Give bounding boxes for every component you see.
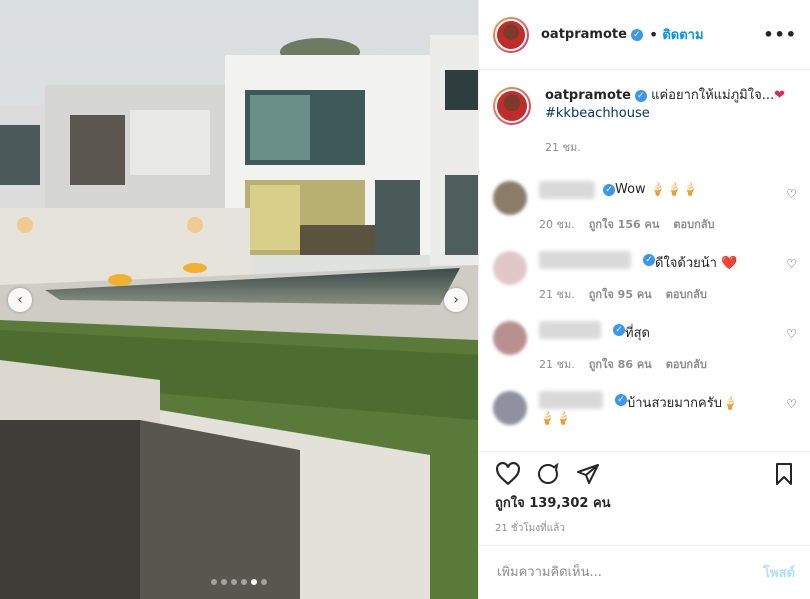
comment-text: บ้านสวยมากครับ🍦 (627, 396, 739, 411)
post-header: oatpramote ✓ • ติดตาม ••• (479, 0, 810, 70)
comment-input[interactable] (495, 564, 764, 581)
reply-button[interactable]: ตอบกลับ (666, 358, 707, 371)
avatar[interactable] (493, 251, 527, 285)
carousel-dot (241, 579, 247, 585)
verified-icon: ✓ (603, 184, 615, 196)
post-comment-button[interactable]: โพสต์ (763, 562, 795, 583)
like-comment-icon[interactable]: ♡ (786, 397, 797, 411)
comment-time[interactable]: 21 ชม. (539, 288, 575, 301)
separator: • (648, 25, 659, 44)
verified-icon: ✓ (615, 394, 627, 406)
comment-item: ✓ Wow 🍦🍦🍦 20 ชม. ถูกใจ 156 คน ตอบกลับ ♡ (493, 181, 797, 231)
avatar[interactable] (493, 16, 529, 53)
comment-time[interactable]: 21 ชม. (539, 358, 575, 371)
heart-icon[interactable] (495, 462, 521, 486)
add-comment-bar: โพสต์ (479, 545, 810, 599)
comment-text: ดีใจด้วยน้า ❤️ (655, 256, 738, 271)
caption: oatpramote ✓ แค่อยากให้แม่ภูมิใจ...❤ #kkb… (479, 71, 810, 157)
comment-icon[interactable] (535, 462, 561, 486)
avatar[interactable] (493, 87, 531, 125)
avatar[interactable] (493, 391, 527, 425)
blurred-username[interactable] (539, 321, 601, 339)
pool-villa-photo (0, 0, 478, 599)
follow-button[interactable]: ติดตาม (662, 24, 703, 45)
comment-text: Wow 🍦🍦🍦 (615, 182, 699, 197)
verified-icon: ✓ (613, 324, 625, 336)
comment-text: ที่สุด (625, 326, 650, 341)
caption-time[interactable]: 21 ชม. (545, 139, 785, 157)
heart-emoji-icon: ❤ (774, 88, 786, 103)
post-panel: oatpramote ✓ • ติดตาม ••• oatpramote ✓ แค… (478, 0, 810, 599)
comment-likes[interactable]: ถูกใจ 156 คน (589, 218, 660, 231)
username[interactable]: oatpramote (541, 27, 627, 42)
carousel-dot (261, 579, 267, 585)
avatar[interactable] (493, 321, 527, 355)
comment-likes[interactable]: ถูกใจ 86 คน (589, 358, 652, 371)
prev-photo-button[interactable]: ‹ (8, 288, 32, 312)
comment-item: ✓ บ้านสวยมากครับ🍦 🍦🍦 ♡ (493, 391, 797, 451)
post-time[interactable]: 21 ชั่วโมงที่แล้ว (479, 513, 810, 536)
comment-item: ✓ ที่สุด 21 ชม. ถูกใจ 86 คน ตอบกลับ ♡ (493, 321, 797, 371)
more-options-icon[interactable]: ••• (763, 25, 797, 44)
comment-time[interactable]: 20 ชม. (539, 218, 575, 231)
carousel-dot (211, 579, 217, 585)
post-actions: ถูกใจ 139,302 คน 21 ชั่วโมงที่แล้ว (479, 451, 810, 545)
like-comment-icon[interactable]: ♡ (786, 187, 797, 201)
caption-text: แค่อยากให้แม่ภูมิใจ... (651, 88, 775, 103)
like-comment-icon[interactable]: ♡ (786, 257, 797, 271)
likes-count[interactable]: ถูกใจ 139,302 คน (479, 486, 810, 513)
bookmark-icon[interactable] (773, 462, 795, 486)
reply-button[interactable]: ตอบกลับ (673, 218, 714, 231)
reply-button[interactable]: ตอบกลับ (666, 288, 707, 301)
caption-username[interactable]: oatpramote (545, 88, 631, 103)
hashtag-link[interactable]: #kkbeachhouse (545, 105, 785, 123)
comment-likes[interactable]: ถูกใจ 95 คน (589, 288, 652, 301)
avatar[interactable] (493, 181, 527, 215)
share-icon[interactable] (575, 462, 601, 486)
blurred-username[interactable] (539, 391, 603, 409)
carousel-indicator (0, 579, 478, 585)
comment-text-continued: 🍦🍦 (539, 411, 572, 426)
like-comment-icon[interactable]: ♡ (786, 327, 797, 341)
verified-icon: ✓ (630, 28, 643, 41)
verified-icon: ✓ (643, 254, 655, 266)
carousel-dot (231, 579, 237, 585)
blurred-username[interactable] (539, 181, 595, 199)
verified-icon: ✓ (634, 89, 647, 102)
carousel-dot-active (251, 579, 257, 585)
comments-section[interactable]: oatpramote ✓ แค่อยากให้แม่ภูมิใจ...❤ #kkb… (479, 71, 810, 451)
post-media[interactable]: ‹ › (0, 0, 478, 599)
next-photo-button[interactable]: › (444, 288, 468, 312)
carousel-dot (221, 579, 227, 585)
comment-item: ✓ ดีใจด้วยน้า ❤️ 21 ชม. ถูกใจ 95 คน ตอบกลั… (493, 251, 797, 301)
blurred-username[interactable] (539, 251, 631, 269)
